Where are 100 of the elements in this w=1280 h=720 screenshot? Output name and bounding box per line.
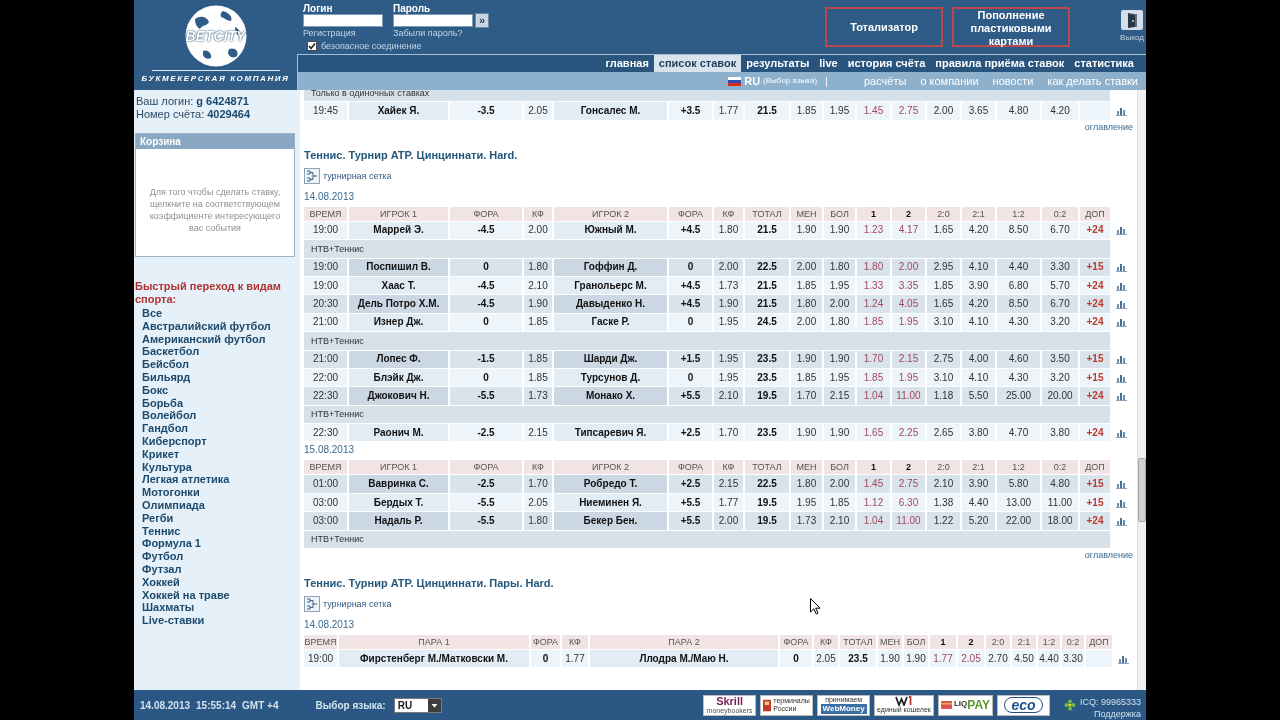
sport-link[interactable]: Культура: [142, 460, 192, 474]
odds-cell[interactable]: 3.80: [962, 424, 995, 442]
odds-cell[interactable]: 2.05: [814, 650, 838, 668]
odds-cell[interactable]: 4.30: [997, 313, 1040, 332]
odds-cell[interactable]: 2.10: [714, 387, 743, 405]
odds-cell[interactable]: 3.10: [927, 368, 960, 387]
nav-tab[interactable]: статистика: [1069, 55, 1139, 72]
bar-chart-icon[interactable]: [1115, 391, 1127, 401]
bar-chart-icon[interactable]: [1115, 427, 1127, 438]
sport-link[interactable]: Крикет: [142, 447, 180, 461]
odds-cell[interactable]: 1.85: [857, 368, 890, 387]
odds-cell[interactable]: 1.95: [892, 368, 925, 387]
scrollbar[interactable]: [1137, 90, 1146, 690]
odds-cell[interactable]: 4.10: [962, 368, 995, 387]
odds-cell[interactable]: 4.20: [962, 221, 995, 240]
bracket-link[interactable]: турнирная сетка: [302, 596, 392, 613]
odds-cell[interactable]: 1.95: [791, 493, 822, 512]
extra-bets-cell[interactable]: +24: [1080, 295, 1110, 313]
odds-cell[interactable]: 2.00: [824, 295, 855, 313]
bar-chart-icon[interactable]: [1115, 262, 1127, 273]
odds-cell[interactable]: 1.90: [904, 650, 928, 668]
odds-cell[interactable]: 2.65: [927, 424, 960, 442]
odds-cell[interactable]: 1.90: [824, 350, 855, 368]
bar-chart-icon[interactable]: [1115, 280, 1127, 291]
odds-cell[interactable]: 1.80: [524, 512, 552, 530]
odds-cell[interactable]: 1.70: [714, 424, 743, 442]
odds-cell[interactable]: 2.00: [524, 221, 552, 240]
odds-cell[interactable]: 2.15: [892, 350, 925, 368]
odds-cell[interactable]: 2.75: [892, 102, 925, 120]
odds-cell[interactable]: 20.00: [1042, 387, 1078, 405]
payment-logo[interactable]: eco: [996, 694, 1050, 716]
sport-link[interactable]: Все: [142, 307, 163, 320]
odds-cell[interactable]: 2.25: [892, 424, 925, 442]
odds-cell[interactable]: 3.50: [1042, 350, 1078, 368]
register-link[interactable]: Регистрация: [303, 28, 356, 39]
odds-cell[interactable]: 1.65: [857, 424, 890, 442]
odds-cell[interactable]: 1.38: [927, 493, 960, 512]
sport-link[interactable]: Хоккей: [142, 575, 180, 589]
odds-cell[interactable]: 2.05: [524, 493, 552, 512]
odds-cell[interactable]: 1.65: [927, 221, 960, 240]
odds-cell[interactable]: 4.00: [962, 350, 995, 368]
odds-cell[interactable]: 2.00: [714, 512, 743, 530]
sport-link[interactable]: Легкая атлетика: [142, 473, 230, 487]
sport-link[interactable]: Олимпиада: [142, 498, 205, 512]
sport-link[interactable]: Австралийский футбол: [142, 319, 271, 333]
odds-cell[interactable]: 4.20: [1042, 102, 1078, 120]
odds-cell[interactable]: 1.90: [791, 424, 822, 442]
odds-cell[interactable]: 4.80: [997, 102, 1040, 120]
odds-cell[interactable]: 4.40: [997, 258, 1040, 276]
extra-bets-cell[interactable]: +15: [1080, 475, 1110, 493]
odds-cell[interactable]: 1.73: [524, 387, 552, 405]
sport-link[interactable]: Гандбол: [142, 422, 189, 435]
odds-cell[interactable]: 4.10: [962, 313, 995, 332]
nav-tab[interactable]: результаты: [741, 55, 815, 72]
odds-cell[interactable]: 1.77: [714, 493, 743, 512]
odds-cell[interactable]: 2.00: [714, 258, 743, 276]
sport-link[interactable]: Волейбол: [142, 409, 197, 423]
odds-cell[interactable]: 1.77: [562, 650, 588, 668]
odds-cell[interactable]: 3.35: [892, 276, 925, 295]
sport-link[interactable]: Баскетбол: [142, 345, 200, 359]
odds-cell[interactable]: 1.80: [791, 475, 822, 493]
odds-cell[interactable]: 11.00: [1042, 493, 1078, 512]
nav-tab[interactable]: правила приёма ставок: [930, 55, 1070, 72]
bar-chart-icon[interactable]: [1115, 497, 1127, 508]
odds-cell[interactable]: 4.70: [997, 424, 1040, 442]
odds-cell[interactable]: 3.90: [962, 276, 995, 295]
odds-cell[interactable]: 1.85: [791, 368, 822, 387]
sport-link[interactable]: Теннис: [142, 524, 181, 538]
contents-link[interactable]: оглавление: [1084, 121, 1133, 133]
odds-cell[interactable]: 3.65: [962, 102, 995, 120]
bar-chart-icon[interactable]: [1117, 653, 1129, 664]
odds-cell[interactable]: 2.00: [791, 313, 822, 332]
odds-cell[interactable]: 2.15: [824, 387, 855, 405]
odds-cell[interactable]: 1.73: [791, 512, 822, 530]
password-field[interactable]: [393, 14, 473, 27]
odds-cell[interactable]: 1.95: [714, 313, 743, 332]
odds-cell[interactable]: 4.20: [962, 295, 995, 313]
odds-cell[interactable]: 2.95: [927, 258, 960, 276]
sport-link[interactable]: Формула 1: [142, 537, 201, 551]
odds-cell[interactable]: 1.23: [857, 221, 890, 240]
odds-cell[interactable]: 1.73: [714, 276, 743, 295]
submit-button[interactable]: »: [475, 13, 489, 28]
extra-bets-cell[interactable]: +15: [1080, 258, 1110, 276]
odds-cell[interactable]: 1.80: [714, 221, 743, 240]
odds-cell[interactable]: 5.70: [1042, 276, 1078, 295]
odds-cell[interactable]: 3.30: [1062, 650, 1084, 668]
sport-link[interactable]: Футбол: [142, 550, 184, 563]
sport-link[interactable]: Регби: [142, 511, 174, 525]
extra-bets-cell[interactable]: +24: [1080, 276, 1110, 295]
odds-cell[interactable]: 18.00: [1042, 512, 1078, 530]
odds-cell[interactable]: 1.70: [791, 387, 822, 405]
odds-cell[interactable]: 22.00: [997, 512, 1040, 530]
odds-cell[interactable]: 1.85: [857, 313, 890, 332]
bracket-link[interactable]: турнирная сетка: [302, 167, 392, 184]
odds-cell[interactable]: 3.20: [1042, 313, 1078, 332]
language-select[interactable]: RU: [393, 697, 442, 713]
extra-bets-cell[interactable]: +24: [1080, 424, 1110, 442]
odds-cell[interactable]: 1.70: [524, 475, 552, 493]
odds-cell[interactable]: 2.75: [927, 350, 960, 368]
odds-cell[interactable]: 1.85: [791, 276, 822, 295]
